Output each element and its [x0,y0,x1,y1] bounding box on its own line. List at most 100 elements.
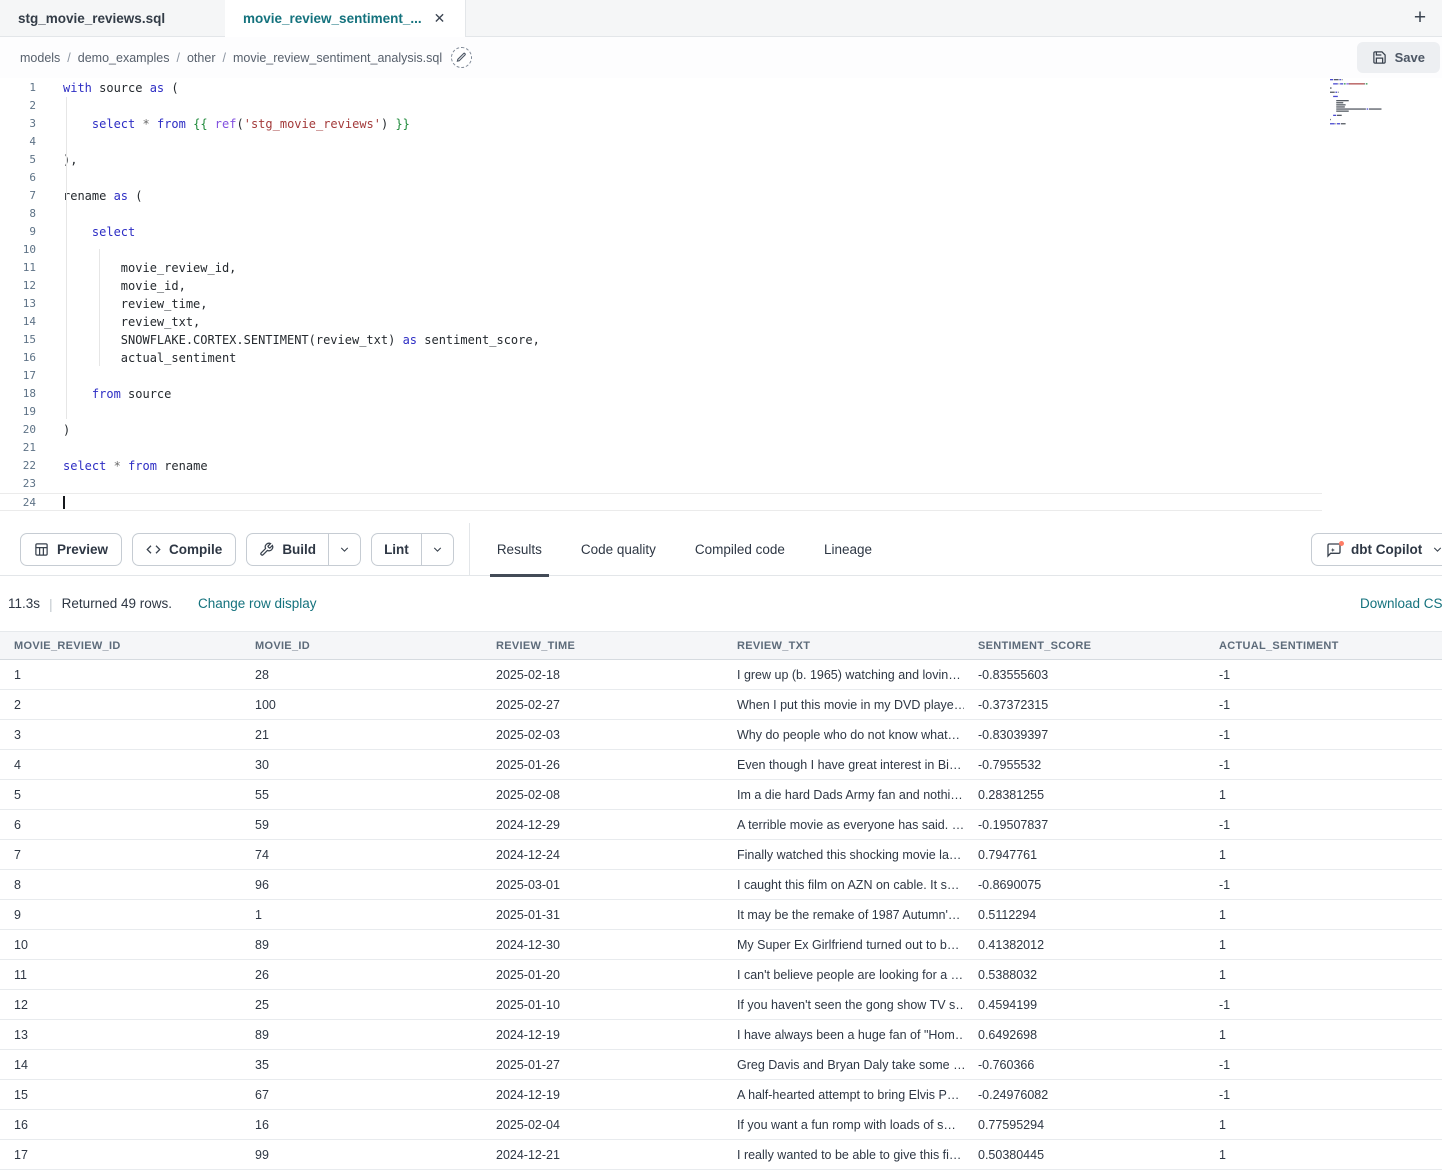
code-line[interactable]: 5), [0,151,1442,169]
code-line[interactable]: 19 [0,403,1442,421]
line-number: 14 [0,313,36,331]
table-row: 1282025-02-18I grew up (b. 1965) watchin… [0,660,1442,690]
review-txt-cell: I have always been a huge fan of "Hom… [737,1028,964,1042]
expand-cell-button[interactable] [963,1119,964,1131]
code-line[interactable]: 18 from source [0,385,1442,403]
table-cell: -0.760366 [964,1050,1205,1080]
table-cell: 1 [241,900,482,930]
build-button-group: Build [246,533,361,566]
code-line[interactable]: 20) [0,421,1442,439]
code-line[interactable]: 24 [0,493,1322,511]
table-cell: -1 [1205,1080,1442,1110]
table-cell: 0.5388032 [964,960,1205,990]
table-cell: 13 [0,1020,241,1050]
table-cell: 16 [0,1110,241,1140]
tab-results[interactable]: Results [497,523,542,576]
code-line[interactable]: 7rename as ( [0,187,1442,205]
table-row: 5552025-02-08Im a die hard Dads Army fan… [0,780,1442,810]
code-line[interactable]: 1with source as ( [0,79,1442,97]
tab-label: stg_movie_reviews.sql [18,11,165,26]
minimap[interactable] [1328,76,1418,132]
table-cell: I really wanted to be able to give this … [723,1140,964,1170]
copilot-chat-icon [1326,542,1342,558]
chevron-down-icon [1431,543,1442,556]
table-cell: -1 [1205,750,1442,780]
table-row: 15672024-12-19A half-hearted attempt to … [0,1080,1442,1110]
action-toolbar: Preview Compile Build Lint [0,523,1442,576]
table-cell: -0.83039397 [964,720,1205,750]
table-cell: 2025-01-26 [482,750,723,780]
code-line[interactable]: 17 [0,367,1442,385]
code-line[interactable]: 9 select [0,223,1442,241]
table-row: 11262025-01-20I can't believe people are… [0,960,1442,990]
download-csv-link[interactable]: Download CSV [1360,596,1442,611]
code-text [36,241,63,259]
column-header-sentiment-score[interactable]: SENTIMENT_SCORE [964,632,1205,660]
table-cell: 2024-12-24 [482,840,723,870]
file-modified-icon [451,47,472,68]
tab-compiled-code[interactable]: Compiled code [695,523,785,576]
table-cell: A half-hearted attempt to bring Elvis P… [723,1080,964,1110]
breadcrumb-segment[interactable]: other [187,51,216,65]
code-line[interactable]: 6 [0,169,1442,187]
review-txt-cell: Im a die hard Dads Army fan and nothi… [737,788,963,802]
table-cell: 15 [0,1080,241,1110]
code-line[interactable]: 23 [0,475,1442,493]
table-cell: 1 [1205,780,1442,810]
lint-label: Lint [384,542,409,557]
breadcrumb-separator: / [222,51,225,65]
line-number: 18 [0,385,36,403]
table-cell: When I put this movie in my DVD playe… [723,690,964,720]
code-line[interactable]: 4 [0,133,1442,151]
code-line[interactable]: 12 movie_id, [0,277,1442,295]
table-cell: Even though I have great interest in Bi… [723,750,964,780]
code-line[interactable]: 13 review_time, [0,295,1442,313]
tab-movie-review-sentiment[interactable]: movie_review_sentiment_... ✕ [225,0,466,37]
code-text: review_time, [36,295,208,313]
breadcrumb-segment[interactable]: demo_examples [78,51,170,65]
code-line[interactable]: 15 SNOWFLAKE.CORTEX.SENTIMENT(review_txt… [0,331,1442,349]
build-button[interactable]: Build [247,534,328,565]
line-number: 20 [0,421,36,439]
column-header-movie-id[interactable]: MOVIE_ID [241,632,482,660]
table-cell: -1 [1205,720,1442,750]
column-header-review-txt[interactable]: REVIEW_TXT [723,632,964,660]
close-icon[interactable]: ✕ [432,9,448,27]
tab-code-quality[interactable]: Code quality [581,523,656,576]
build-dropdown-button[interactable] [328,534,360,565]
code-line[interactable]: 16 actual_sentiment [0,349,1442,367]
compile-button[interactable]: Compile [132,533,236,566]
new-tab-button[interactable]: + [1406,4,1434,32]
breadcrumb-segment[interactable]: models [20,51,60,65]
column-header-actual-sentiment[interactable]: ACTUAL_SENTIMENT [1205,632,1442,660]
table-cell: 5 [0,780,241,810]
code-line[interactable]: 8 [0,205,1442,223]
code-editor[interactable]: 1with source as (23 select * from {{ ref… [0,78,1442,523]
lint-dropdown-button[interactable] [421,534,453,565]
lint-button[interactable]: Lint [372,534,421,565]
line-number: 4 [0,133,36,151]
change-row-display-link[interactable]: Change row display [198,596,317,611]
code-line[interactable]: 3 select * from {{ ref('stg_movie_review… [0,115,1442,133]
table-row: 21002025-02-27When I put this movie in m… [0,690,1442,720]
indent-guide [66,97,67,419]
table-cell: 89 [241,1020,482,1050]
line-number: 22 [0,457,36,475]
code-line[interactable]: 22select * from rename [0,457,1442,475]
code-line[interactable]: 14 review_txt, [0,313,1442,331]
column-header-movie-review-id[interactable]: MOVIE_REVIEW_ID [0,632,241,660]
tab-lineage[interactable]: Lineage [824,523,872,576]
save-button[interactable]: Save [1357,42,1440,73]
table-cell: 17 [0,1140,241,1170]
code-line[interactable]: 2 [0,97,1442,115]
preview-button[interactable]: Preview [20,533,122,566]
code-icon [146,542,161,557]
code-text: SNOWFLAKE.CORTEX.SENTIMENT(review_txt) a… [36,331,540,349]
code-line[interactable]: 11 movie_review_id, [0,259,1442,277]
code-line[interactable]: 10 [0,241,1442,259]
dbt-copilot-button[interactable]: dbt Copilot [1311,533,1442,566]
tab-stg-movie-reviews[interactable]: stg_movie_reviews.sql [0,0,225,36]
code-line[interactable]: 21 [0,439,1442,457]
column-header-review-time[interactable]: REVIEW_TIME [482,632,723,660]
table-cell: 35 [241,1050,482,1080]
